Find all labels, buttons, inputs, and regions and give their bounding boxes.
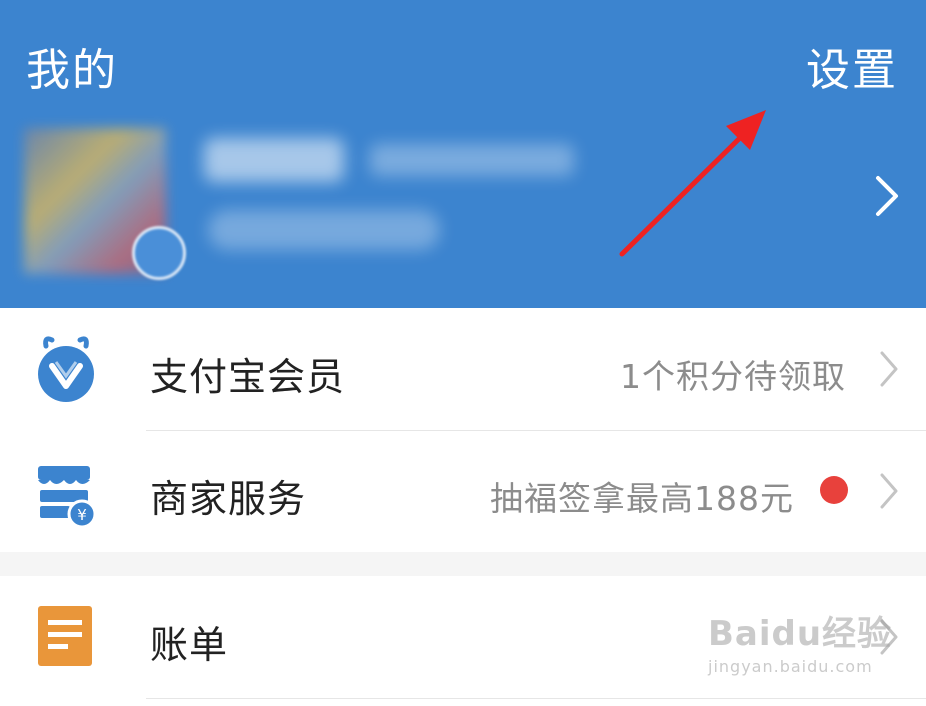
- alipay-member-icon: [38, 336, 94, 402]
- list-item-value: 1个积分待领取: [620, 357, 846, 396]
- bill-icon: [38, 606, 92, 666]
- blurred-user-account: [370, 144, 574, 176]
- blurred-user-tag: [208, 210, 440, 250]
- settings-button[interactable]: 设置: [806, 34, 898, 98]
- svg-text:¥: ¥: [77, 506, 87, 524]
- list-item-merchant-service[interactable]: ¥ 商家服务 抽福签拿最高188元: [0, 430, 926, 552]
- chevron-right-icon: [880, 351, 898, 387]
- list-item-label: 商家服务: [150, 477, 307, 521]
- divider: [146, 698, 926, 699]
- watermark-main: Baidu经验: [708, 614, 893, 654]
- avatar-badge-icon: [132, 226, 186, 280]
- chevron-right-icon[interactable]: [872, 174, 902, 218]
- list-item-value: 抽福签拿最高188元: [490, 479, 794, 518]
- notification-dot: [820, 476, 848, 504]
- list-item-label: 支付宝会员: [150, 355, 346, 399]
- merchant-service-icon: ¥: [38, 466, 97, 529]
- list-item-alipay-member[interactable]: 支付宝会员 1个积分待领取: [0, 308, 926, 430]
- menu-group-primary: 支付宝会员 1个积分待领取 ¥ 商家服务 抽福签拿最高188元: [0, 308, 926, 552]
- annotation-arrow-icon: [619, 110, 766, 257]
- chevron-right-icon: [880, 473, 898, 509]
- blurred-user-name: [204, 138, 344, 182]
- watermark: Baidu经验 jingyan.baidu.com: [708, 606, 908, 694]
- page-title: 我的: [26, 45, 118, 96]
- watermark-sub: jingyan.baidu.com: [708, 657, 873, 676]
- list-item-label: 账单: [150, 623, 229, 667]
